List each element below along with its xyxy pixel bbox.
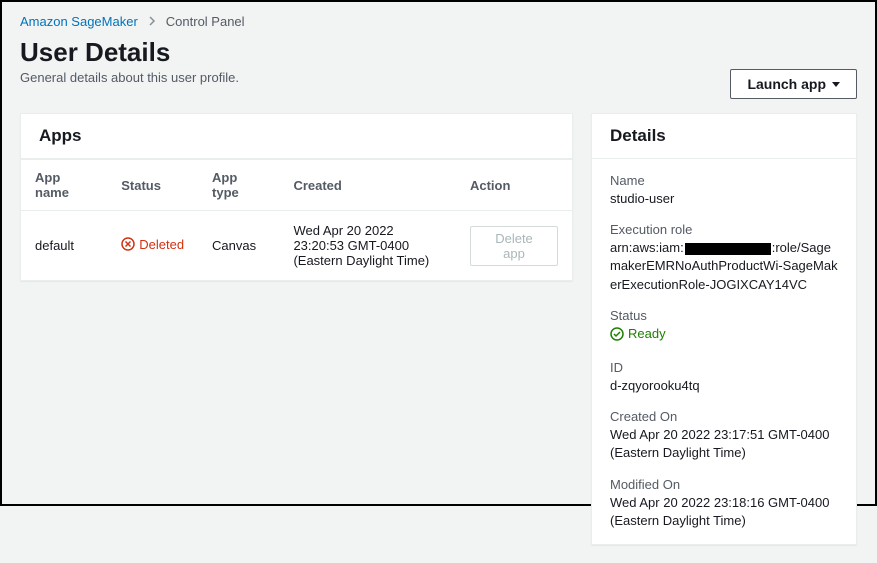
launch-app-button[interactable]: Launch app (730, 69, 857, 99)
cell-created: Wed Apr 20 2022 23:20:53 GMT-0400 (Easte… (279, 211, 456, 281)
page-title: User Details (20, 37, 239, 68)
detail-created-label: Created On (610, 409, 838, 424)
status-badge-ready: Ready (610, 325, 666, 343)
detail-modified-value: Wed Apr 20 2022 23:18:16 GMT-0400 (Easte… (610, 494, 838, 530)
detail-role-value: arn:aws:iam::role/SagemakerEMRNoAuthProd… (610, 239, 838, 294)
details-card: Details Name studio-user Execution role … (591, 113, 857, 545)
col-action: Action (456, 160, 572, 211)
circle-check-icon (610, 327, 624, 341)
redacted-block (685, 243, 771, 255)
table-row: default Deleted Canvas Wed Apr 20 2022 2… (21, 211, 572, 281)
detail-name-label: Name (610, 173, 838, 188)
status-text: Deleted (139, 237, 184, 252)
chevron-right-icon (148, 14, 156, 29)
breadcrumb-current: Control Panel (166, 14, 245, 29)
cell-app-name: default (21, 211, 107, 281)
page-description: General details about this user profile. (20, 70, 239, 85)
detail-id-label: ID (610, 360, 838, 375)
apps-table: App name Status App type Created Action … (21, 159, 572, 280)
details-card-title: Details (592, 114, 856, 159)
launch-app-label: Launch app (747, 76, 826, 92)
circle-x-icon (121, 237, 135, 251)
detail-name-value: studio-user (610, 190, 838, 208)
status-ready-text: Ready (628, 325, 666, 343)
breadcrumb-root-link[interactable]: Amazon SageMaker (20, 14, 138, 29)
col-app-type: App type (198, 160, 279, 211)
cell-app-type: Canvas (198, 211, 279, 281)
col-status: Status (107, 160, 198, 211)
detail-status-label: Status (610, 308, 838, 323)
detail-created-value: Wed Apr 20 2022 23:17:51 GMT-0400 (Easte… (610, 426, 838, 462)
caret-down-icon (832, 82, 840, 87)
apps-card: Apps App name Status App type Created Ac… (20, 113, 573, 281)
col-app-name: App name (21, 160, 107, 211)
detail-id-value: d-zqyorooku4tq (610, 377, 838, 395)
status-badge-deleted: Deleted (121, 237, 184, 252)
delete-app-button[interactable]: Delete app (470, 226, 558, 266)
apps-card-title: Apps (21, 114, 572, 159)
breadcrumb: Amazon SageMaker Control Panel (20, 14, 857, 29)
detail-modified-label: Modified On (610, 477, 838, 492)
detail-role-label: Execution role (610, 222, 838, 237)
col-created: Created (279, 160, 456, 211)
